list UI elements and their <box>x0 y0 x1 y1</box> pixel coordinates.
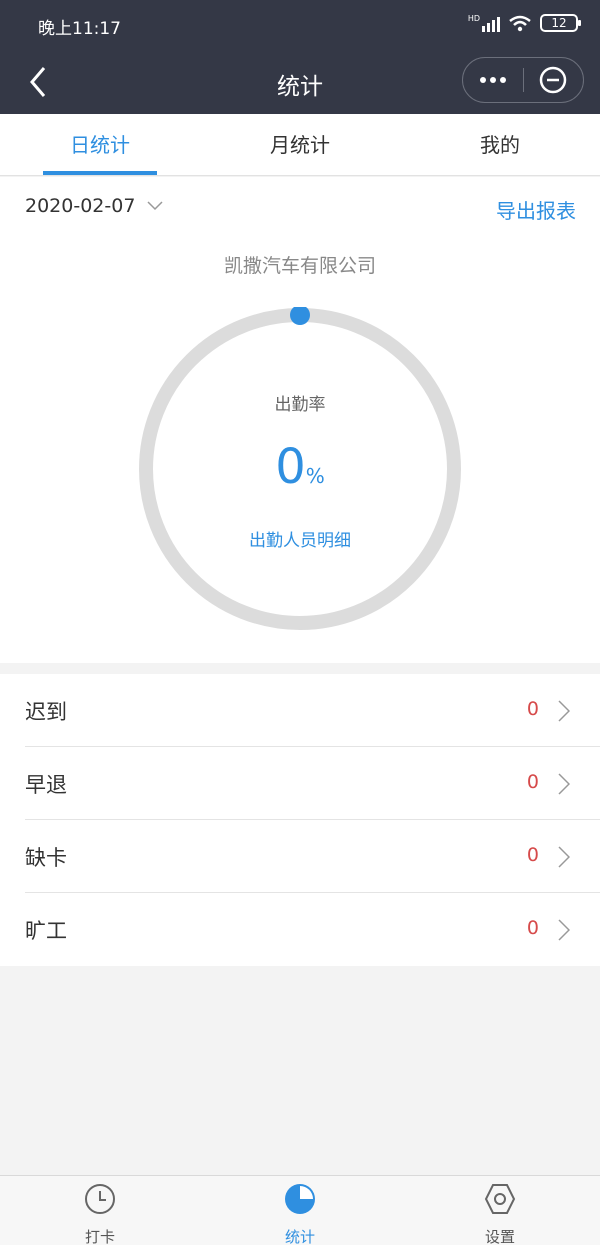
status-bar: 晚上11:17 HD 12 <box>0 0 600 50</box>
date-picker[interactable]: 2020-02-07 <box>25 195 163 217</box>
bottom-nav-stats[interactable]: 统计 <box>200 1182 400 1245</box>
stat-count: 0 <box>526 844 539 866</box>
stat-label: 缺卡 <box>25 846 67 870</box>
signal-icon: HD <box>468 14 500 32</box>
date-value: 2020-02-07 <box>25 195 136 217</box>
attendance-ring-marker <box>290 307 310 325</box>
pie-chart-icon <box>285 1184 315 1214</box>
bottom-nav-label: 打卡 <box>84 1228 115 1245</box>
stat-row-late[interactable]: 迟到 0 <box>0 674 600 747</box>
attendance-rate-label: 出勤率 <box>274 395 326 415</box>
tab-monthly[interactable]: 月统计 <box>200 114 400 176</box>
nav-bar: 统计 <box>0 50 600 114</box>
active-tab-indicator <box>43 171 157 175</box>
stat-label: 旷工 <box>25 919 67 943</box>
stat-row-early-leave[interactable]: 早退 0 <box>0 747 600 820</box>
mini-program-capsule <box>462 57 584 103</box>
stat-label: 早退 <box>25 773 67 797</box>
chevron-down-icon <box>147 201 163 211</box>
signal-hd-label: HD <box>467 14 480 23</box>
stat-count: 0 <box>526 917 539 939</box>
top-bar: 晚上11:17 HD 12 统计 <box>0 0 600 114</box>
chevron-right-icon <box>558 919 570 941</box>
stat-label: 迟到 <box>25 700 67 724</box>
stats-list: 迟到 0 早退 0 缺卡 0 旷工 0 <box>0 674 600 966</box>
bottom-nav-label: 统计 <box>284 1228 315 1245</box>
export-report-button[interactable]: 导出报表 <box>496 195 576 224</box>
wifi-icon <box>509 15 531 32</box>
status-time: 晚上11:17 <box>38 19 121 39</box>
bottom-nav-label: 设置 <box>484 1228 515 1245</box>
chevron-right-icon <box>558 846 570 868</box>
more-button[interactable] <box>463 58 523 102</box>
more-dots-icon <box>479 77 506 83</box>
minus-circle-icon <box>540 66 567 94</box>
close-button[interactable] <box>524 58 584 102</box>
tab-mine[interactable]: 我的 <box>400 114 600 176</box>
chevron-right-icon <box>558 773 570 795</box>
attendance-rate-number: 0 <box>275 439 306 495</box>
status-icons: HD 12 <box>468 14 581 32</box>
battery-icon: 12 <box>540 14 581 32</box>
company-name: 凯撒汽车有限公司 <box>223 255 376 277</box>
attendance-summary-card: 2020-02-07 导出报表 凯撒汽车有限公司 出勤率 0% 出勤人员明细 <box>0 177 600 663</box>
bottom-nav: 打卡 统计 设置 <box>0 1175 600 1245</box>
clock-icon <box>85 1184 115 1214</box>
tab-bar: 日统计 月统计 我的 <box>0 114 600 176</box>
tab-daily[interactable]: 日统计 <box>0 114 200 176</box>
stat-row-absent[interactable]: 旷工 0 <box>0 893 600 966</box>
bottom-nav-settings[interactable]: 设置 <box>400 1182 600 1245</box>
bottom-nav-punch[interactable]: 打卡 <box>0 1182 200 1245</box>
battery-level: 12 <box>551 16 567 30</box>
settings-hexagon-icon <box>484 1184 516 1214</box>
stat-count: 0 <box>526 698 539 720</box>
attendance-rate-value: 0% <box>0 439 600 495</box>
chevron-right-icon <box>558 700 570 722</box>
attendance-rate-unit: % <box>305 464 325 488</box>
stat-row-missing-punch[interactable]: 缺卡 0 <box>0 820 600 893</box>
stat-count: 0 <box>526 771 539 793</box>
attendance-detail-link[interactable]: 出勤人员明细 <box>0 526 600 551</box>
